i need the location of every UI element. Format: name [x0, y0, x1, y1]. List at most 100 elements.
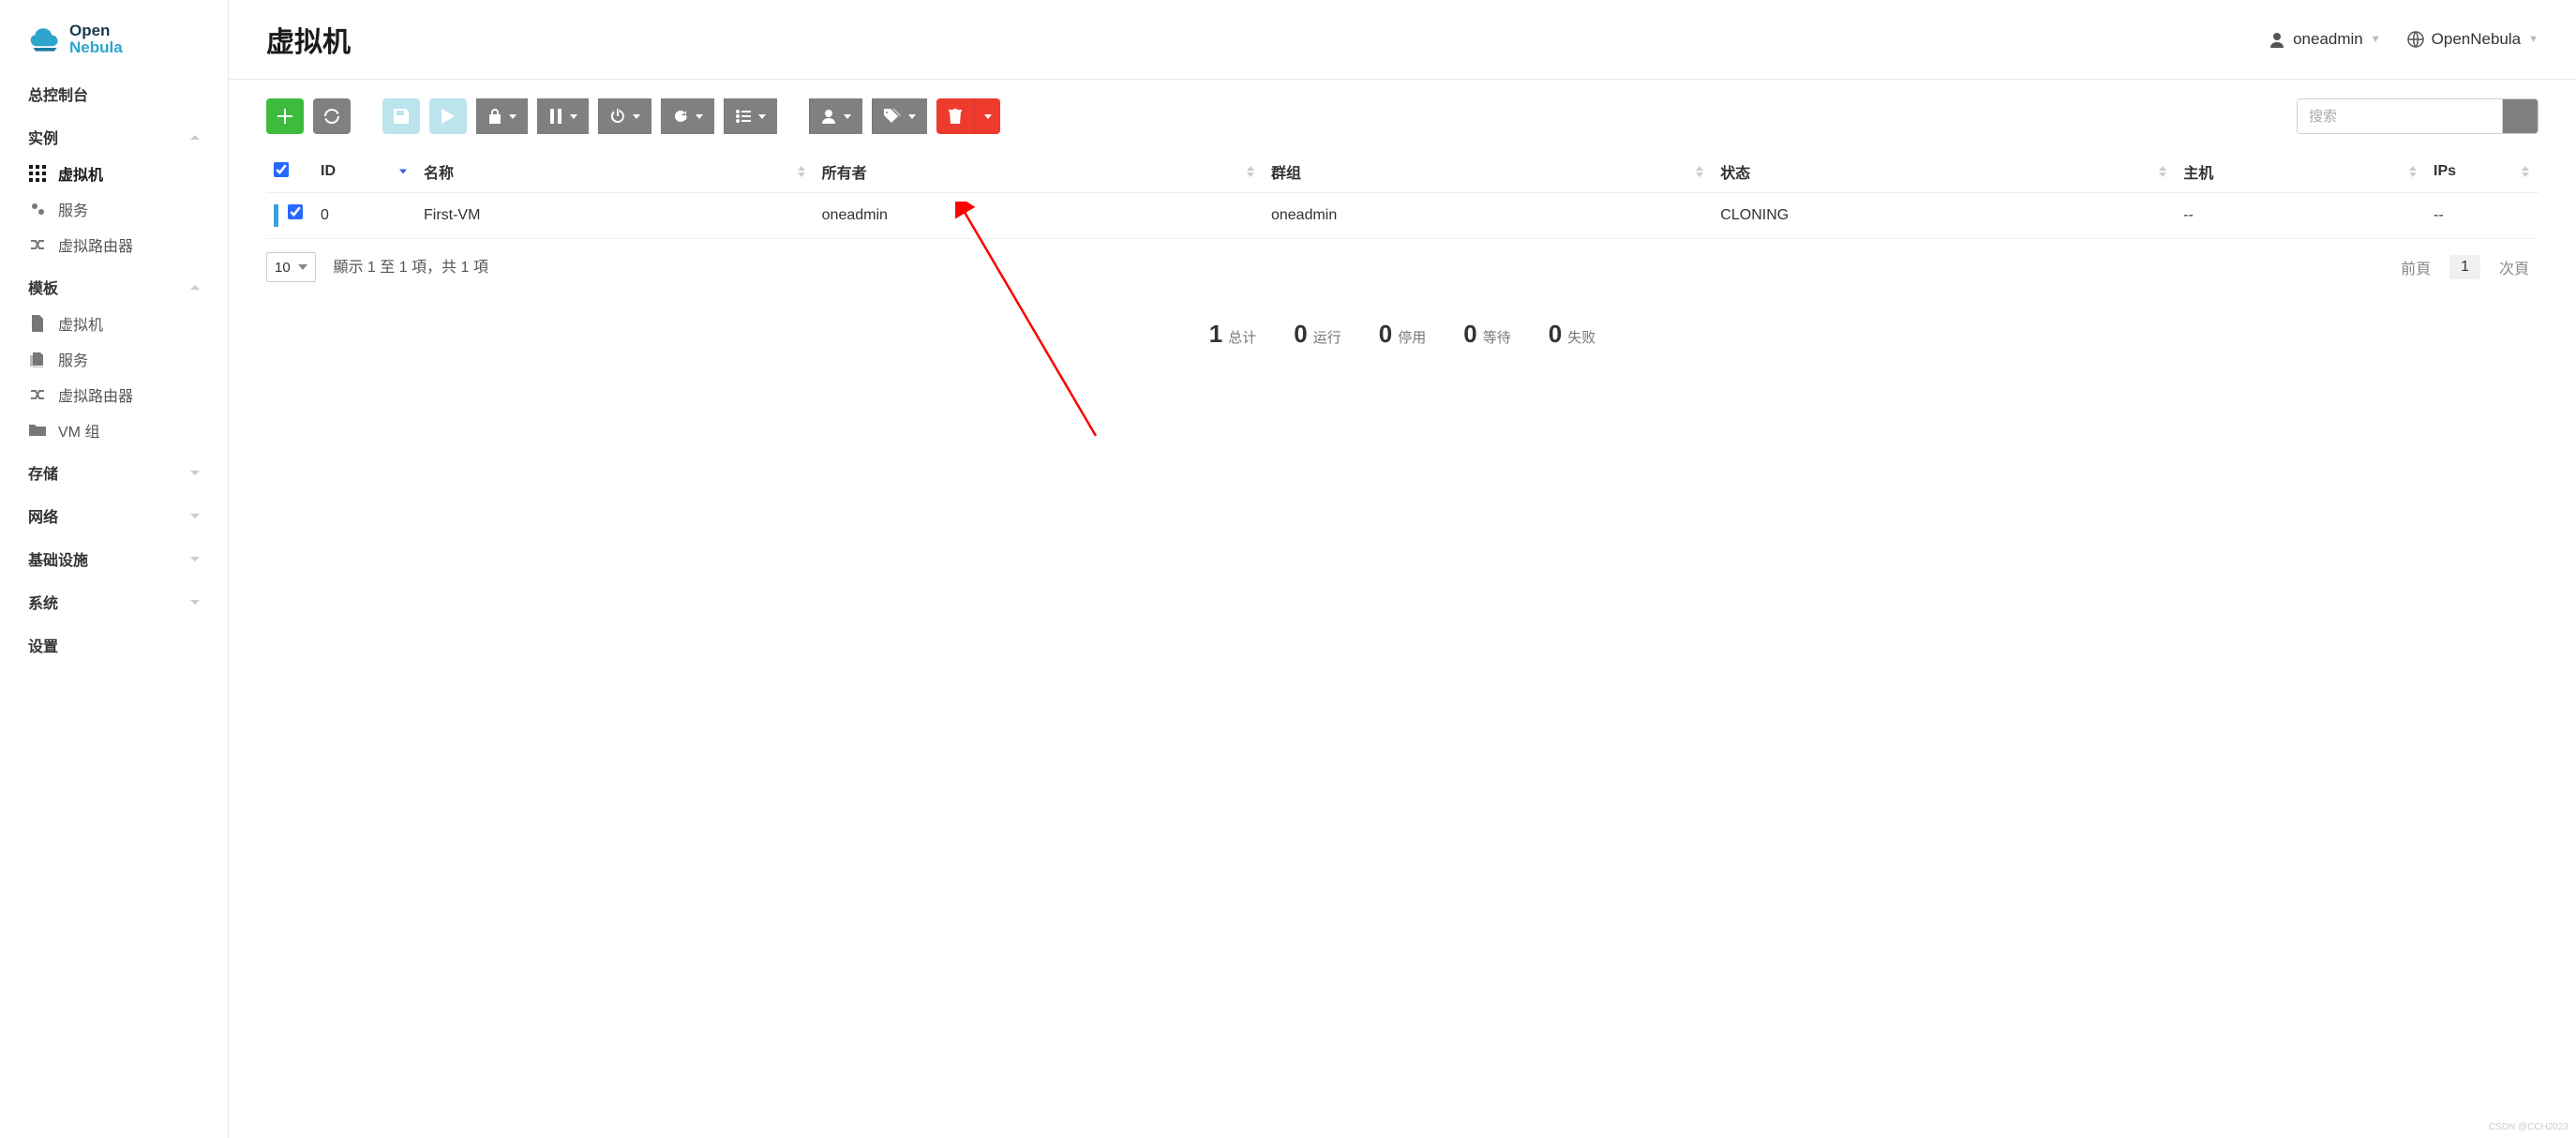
col-owner: 所有者	[815, 151, 1264, 193]
col-host: 主机	[2176, 151, 2426, 193]
chevron-up-icon	[190, 285, 200, 290]
nav-dashboard[interactable]: 总控制台	[0, 75, 228, 112]
sidebar-item-label: 虚拟机	[58, 162, 103, 185]
power-menu[interactable]	[598, 98, 651, 134]
nav-storage-header[interactable]: 存储	[0, 454, 228, 491]
cell-group: oneadmin	[1264, 193, 1713, 239]
chevron-up-icon	[190, 135, 200, 140]
owner-menu[interactable]	[809, 98, 862, 134]
current-page: 1	[2449, 255, 2480, 279]
grid-icon	[28, 165, 47, 182]
cell-owner: oneadmin	[815, 193, 1264, 239]
sidebar-item-tmpl-vmgroups[interactable]: VM 组	[0, 412, 228, 448]
pause-menu[interactable]	[537, 98, 589, 134]
sidebar-item-tmpl-vms[interactable]: 虚拟机	[0, 306, 228, 341]
save-button[interactable]	[382, 98, 420, 134]
col-id: ID	[313, 151, 416, 193]
file-icon	[28, 315, 47, 332]
cell-id: 0	[313, 193, 416, 239]
page-size-select[interactable]: 10	[266, 252, 316, 282]
sidebar-item-label: 服务	[58, 198, 88, 220]
sidebar-item-tmpl-vrouters[interactable]: 虚拟路由器	[0, 377, 228, 412]
chevron-down-icon	[190, 471, 200, 475]
topbar: 虚拟机 oneadmin ▼ OpenNebula ▼	[229, 0, 2576, 80]
nav-infra-header[interactable]: 基础设施	[0, 540, 228, 577]
stat-stopped: 0停用	[1379, 320, 1426, 349]
cell-name: First-VM	[416, 193, 815, 239]
col-name: 名称	[416, 151, 815, 193]
folder-icon	[28, 423, 47, 438]
sidebar-item-label: VM 组	[58, 419, 99, 442]
user-menu[interactable]: oneadmin ▼	[2269, 30, 2381, 49]
globe-icon	[2407, 31, 2424, 48]
redo-menu[interactable]	[661, 98, 714, 134]
trash-icon	[949, 109, 962, 124]
stat-running: 0运行	[1294, 320, 1340, 349]
brand-bottom: Nebula	[69, 39, 123, 56]
files-icon	[28, 351, 47, 367]
list-icon	[736, 110, 751, 123]
pause-icon	[549, 109, 562, 124]
nav-system-header[interactable]: 系统	[0, 583, 228, 621]
chevron-down-icon	[190, 514, 200, 518]
nav-settings[interactable]: 设置	[0, 626, 228, 664]
toolbar	[266, 98, 2539, 134]
sidebar-item-services[interactable]: 服务	[0, 191, 228, 227]
chevron-down-icon	[190, 557, 200, 562]
lock-menu[interactable]	[476, 98, 528, 134]
next-page-button[interactable]: 次頁	[2490, 252, 2539, 282]
sidebar-item-label: 虚拟路由器	[58, 233, 133, 256]
sidebar-item-label: 虚拟路由器	[58, 383, 133, 406]
power-icon	[610, 109, 625, 124]
cell-ips: --	[2426, 193, 2539, 239]
col-group: 群组	[1264, 151, 1713, 193]
sidebar-item-label: 虚拟机	[58, 312, 103, 335]
delete-menu[interactable]	[936, 98, 1000, 134]
search-input[interactable]	[2297, 98, 2503, 134]
stats-row: 1总计 0运行 0停用 0等待 0失败	[266, 320, 2539, 349]
pagination: 前頁 1 次頁	[2391, 252, 2539, 282]
save-icon	[394, 109, 409, 124]
page-info: 顯示 1 至 1 項，共 1 項	[333, 260, 487, 276]
sidebar-item-vrouters[interactable]: 虚拟路由器	[0, 227, 228, 262]
sort-desc-icon	[399, 170, 407, 174]
select-all-checkbox[interactable]	[274, 162, 289, 177]
cell-status: CLONING	[1713, 193, 2176, 239]
nav-templates-header[interactable]: 模板	[0, 268, 228, 306]
watermark: CSDN @CCH2023	[2489, 1122, 2569, 1132]
table-row[interactable]: 0 First-VM oneadmin oneadmin CLONING -- …	[266, 193, 2539, 239]
sidebar-item-tmpl-services[interactable]: 服务	[0, 341, 228, 377]
cell-host: --	[2176, 193, 2426, 239]
row-checkbox[interactable]	[288, 204, 303, 219]
search-dropdown-button[interactable]	[2503, 98, 2539, 134]
play-icon	[442, 109, 455, 124]
user-name: oneadmin	[2293, 30, 2363, 49]
brand-top: Open	[69, 22, 123, 39]
refresh-button[interactable]	[313, 98, 351, 134]
nav-instances-header[interactable]: 实例	[0, 118, 228, 156]
zone-menu[interactable]: OpenNebula ▼	[2407, 30, 2539, 49]
brand-logo[interactable]: Open Nebula	[0, 13, 228, 75]
play-button[interactable]	[429, 98, 467, 134]
lock-icon	[488, 109, 502, 124]
status-bar-icon	[274, 204, 278, 227]
nav-network-header[interactable]: 网络	[0, 497, 228, 534]
refresh-icon	[324, 109, 339, 124]
tag-menu[interactable]	[872, 98, 927, 134]
shuffle-icon	[28, 236, 47, 253]
col-status: 状态	[1713, 151, 2176, 193]
user-icon	[821, 109, 836, 124]
cloud-icon	[28, 22, 62, 56]
list-menu[interactable]	[724, 98, 777, 134]
caret-down-icon: ▼	[2371, 34, 2381, 45]
sidebar-item-vms[interactable]: 虚拟机	[0, 156, 228, 191]
vm-table: ID 名称 所有者 群组 状态 主机 IPs 0 First-VM onead	[266, 151, 2539, 239]
stat-failed: 0失败	[1549, 320, 1595, 349]
prev-page-button[interactable]: 前頁	[2391, 252, 2440, 282]
create-button[interactable]	[266, 98, 304, 134]
stat-pending: 0等待	[1463, 320, 1510, 349]
cogs-icon	[28, 201, 47, 217]
stat-total: 1总计	[1209, 320, 1256, 349]
page-title: 虚拟机	[266, 19, 351, 60]
chevron-down-icon	[190, 600, 200, 605]
